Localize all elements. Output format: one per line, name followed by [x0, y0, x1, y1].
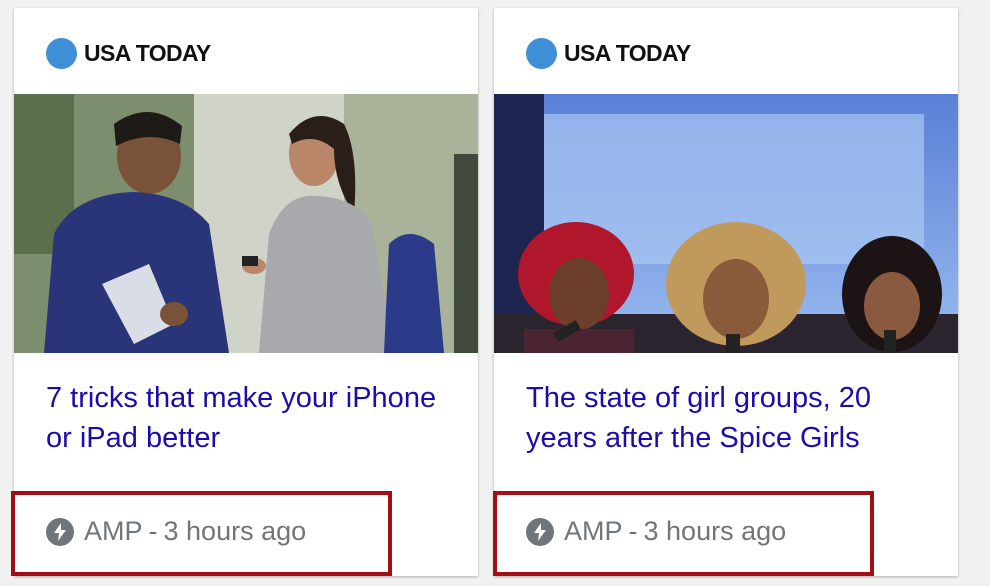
article-headline-link[interactable]: 7 tricks that make your iPhone or iPad b… [46, 378, 456, 458]
article-thumbnail[interactable] [494, 94, 958, 353]
publisher-name: USA TODAY [564, 39, 691, 66]
amp-label: AMP [564, 516, 623, 546]
article-timestamp: 3 hours ago [643, 516, 787, 546]
article-thumbnail-image [14, 94, 478, 353]
publisher-brand: USA TODAY [526, 37, 691, 69]
meta-separator: - [628, 516, 638, 546]
article-meta: AMP - 3 hours ago [526, 516, 786, 547]
article-timestamp: 3 hours ago [163, 516, 307, 546]
amp-label: AMP [84, 516, 143, 546]
news-card-2[interactable]: USA TODAY The state of girl groups, 20 y… [494, 8, 958, 576]
news-card-1[interactable]: USA TODAY 7 tricks that make your iPhone… [14, 8, 478, 576]
publisher-logo-icon [526, 37, 557, 69]
publisher-name: USA TODAY [84, 39, 211, 66]
meta-separator: - [148, 516, 158, 546]
publisher-logo-icon [46, 37, 77, 69]
publisher-brand: USA TODAY [46, 37, 211, 69]
amp-lightning-icon [46, 517, 74, 546]
article-meta: AMP - 3 hours ago [46, 516, 306, 547]
article-thumbnail[interactable] [14, 94, 478, 353]
article-thumbnail-image [494, 94, 958, 353]
article-headline-link[interactable]: The state of girl groups, 20 years after… [526, 378, 936, 458]
amp-lightning-icon [526, 517, 554, 546]
